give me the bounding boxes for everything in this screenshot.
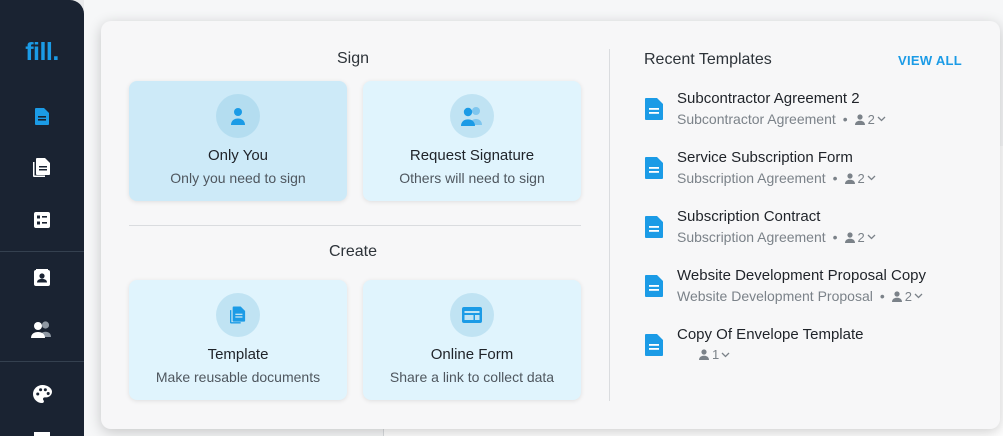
template-document-icon [645, 216, 663, 238]
chevron-down-icon [721, 352, 730, 357]
people-icon [450, 94, 494, 138]
signer-count: 2 [867, 111, 875, 127]
sidebar-divider [0, 251, 84, 252]
only-you-subtitle: Only you need to sign [170, 170, 306, 186]
signer-count: 2 [857, 170, 865, 186]
chevron-down-icon [914, 293, 923, 299]
person-icon [699, 349, 709, 360]
recent-template-item[interactable]: Website Development Proposal Copy Websit… [645, 267, 985, 311]
chevron-down-icon [867, 175, 876, 181]
chevron-down-icon [877, 116, 886, 122]
template-title: Template [207, 346, 269, 363]
separator-dot: • [842, 111, 848, 127]
person-icon [216, 94, 260, 138]
template-document-icon [645, 98, 663, 120]
person-icon [844, 231, 855, 243]
document-icon[interactable] [31, 105, 53, 127]
request-signature-subtitle: Others will need to sign [399, 170, 545, 186]
template-category: Website Development Proposal [677, 288, 873, 304]
recent-template-item[interactable]: Subscription Contract Subscription Agree… [645, 208, 985, 252]
template-document-icon [645, 157, 663, 179]
separator-dot: • [832, 170, 838, 186]
sign-section-title: Sign [337, 50, 370, 67]
recent-template-item[interactable]: Copy Of Envelope Template 1 [645, 326, 985, 370]
new-document-popup: Sign Only You Only you need to sign Requ… [101, 21, 1000, 429]
person-icon [854, 113, 865, 125]
recent-template-item[interactable]: Service Subscription Form Subscription A… [645, 149, 985, 193]
additional-nav-icon[interactable] [31, 426, 53, 436]
signer-count-dropdown[interactable]: 2 [891, 288, 926, 304]
section-divider [129, 225, 581, 226]
recent-template-item[interactable]: Subcontractor Agreement 2 Subcontractor … [645, 90, 985, 134]
only-you-title: Only You [207, 147, 269, 164]
template-document-icon [645, 334, 663, 356]
contacts-book-icon[interactable] [31, 267, 53, 289]
only-you-card[interactable]: Only You Only you need to sign [129, 81, 347, 201]
template-name: Copy Of Envelope Template [677, 326, 864, 343]
online-form-subtitle: Share a link to collect data [389, 369, 555, 385]
signer-count: 1 [712, 347, 720, 362]
signer-count-dropdown[interactable]: 2 [854, 111, 889, 127]
person-icon [844, 172, 855, 184]
online-form-icon [450, 293, 494, 337]
template-category: Subscription Agreement [677, 229, 826, 245]
template-category: Subcontractor Agreement [677, 111, 836, 127]
recent-templates-title: Recent Templates [644, 51, 772, 68]
template-name: Subscription Contract [677, 208, 821, 225]
separator-dot: • [832, 229, 838, 245]
template-document-icon [645, 275, 663, 297]
template-name: Subcontractor Agreement 2 [677, 90, 860, 107]
person-icon [891, 290, 902, 302]
template-name: Service Subscription Form [677, 149, 853, 166]
online-form-card[interactable]: Online Form Share a link to collect data [363, 280, 581, 400]
request-signature-card[interactable]: Request Signature Others will need to si… [363, 81, 581, 201]
create-section-title: Create [329, 243, 378, 260]
view-all-link[interactable]: VIEW ALL [898, 53, 962, 68]
template-name: Website Development Proposal Copy [677, 267, 927, 284]
sidebar: fill. [0, 0, 84, 436]
signer-count-dropdown[interactable]: 2 [844, 170, 879, 186]
sidebar-divider [0, 361, 84, 362]
documents-icon[interactable] [31, 156, 53, 178]
template-card[interactable]: Template Make reusable documents [129, 280, 347, 400]
app-logo[interactable]: fill. [0, 38, 84, 67]
separator-dot: • [879, 288, 885, 304]
signer-count-dropdown[interactable]: 1 [699, 347, 733, 362]
online-form-title: Online Form [430, 346, 514, 363]
template-subtitle: Make reusable documents [155, 369, 321, 385]
template-icon [216, 293, 260, 337]
chevron-down-icon [867, 234, 876, 240]
signer-count-dropdown[interactable]: 2 [844, 229, 879, 245]
request-signature-title: Request Signature [409, 147, 535, 164]
signer-count: 2 [904, 288, 912, 304]
column-divider [609, 49, 610, 401]
signer-count: 2 [857, 229, 865, 245]
template-category: Subscription Agreement [677, 170, 826, 186]
users-icon[interactable] [31, 318, 53, 340]
palette-icon[interactable] [31, 383, 53, 405]
form-list-icon[interactable] [31, 209, 53, 231]
